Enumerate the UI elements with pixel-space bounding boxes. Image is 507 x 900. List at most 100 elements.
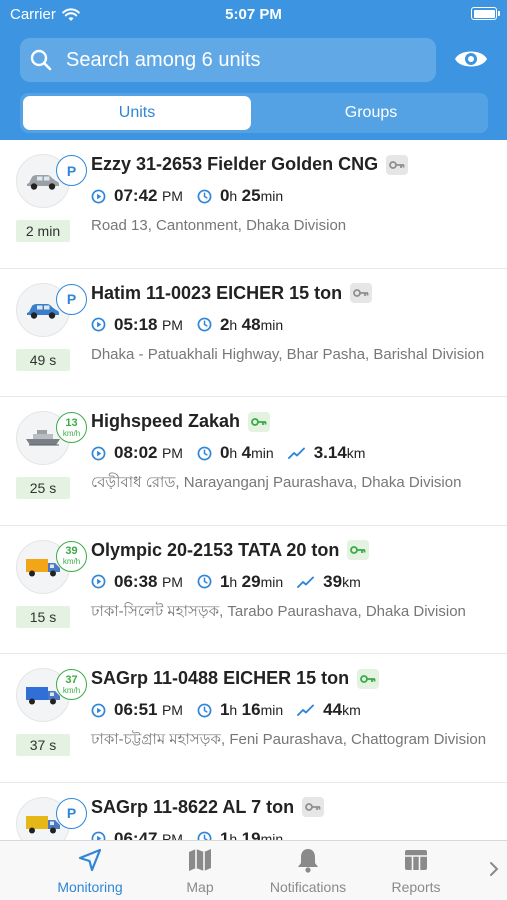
search-input[interactable]: Search among 6 units — [20, 38, 436, 82]
unit-name: Hatim 11-0023 EICHER 15 ton — [91, 282, 343, 303]
speed-badge: 13 km/h — [56, 412, 87, 443]
header: Carrier 5:07 PM Search among 6 units Uni… — [0, 0, 507, 140]
duration-minutes-unit: min — [260, 830, 284, 841]
ignition-key-tag — [248, 411, 271, 432]
map-icon — [189, 849, 211, 871]
unit-row[interactable]: 39 km/h 15 s Olympic 20-2153 TATA 20 ton 06:… — [0, 526, 507, 654]
unit-row[interactable]: P 49 s Hatim 11-0023 EICHER 15 ton 05:18 PM… — [0, 269, 507, 397]
visibility-button[interactable] — [453, 44, 489, 74]
speed-value: 37 — [65, 673, 78, 686]
state-duration: 1h 16 min — [197, 700, 283, 720]
clock-icon — [197, 703, 212, 717]
duration-minutes: 4 — [241, 443, 252, 462]
last-event-time: 06:38 PM — [91, 572, 183, 592]
key-icon — [251, 417, 267, 426]
play-circle-icon — [91, 703, 106, 717]
speed-badge: 37 km/h — [56, 669, 87, 700]
unit-row[interactable]: P SAGrp 11-8622 AL 7 ton 06:47 PM 1 h 19 min — [0, 783, 507, 841]
unit-info-row: 06:47 PM 1 h 19 min — [91, 828, 297, 841]
duration-hours: 2 — [219, 314, 230, 334]
duration-minutes: 25 — [241, 186, 261, 205]
parked-label: P — [66, 291, 77, 307]
speed-value: 39 — [65, 545, 78, 557]
tab-monitoring[interactable]: Monitoring — [40, 841, 140, 900]
more-tabs-button[interactable] — [489, 861, 499, 882]
unit-info-row: 08:02 PM 0 h 4 min 3.14 km — [91, 442, 379, 464]
duration-minutes: 29 — [241, 571, 261, 591]
duration-minutes: 19 — [241, 828, 261, 841]
search-placeholder: Search among 6 units — [66, 48, 261, 71]
unit-name: SAGrp 11-0488 EICHER 15 ton — [91, 668, 350, 688]
trip-distance: 44 km — [297, 700, 361, 720]
unit-info-row: 06:38 PM 1 h 29 min 39 km — [91, 571, 375, 593]
time-value: 05:18 — [114, 314, 158, 334]
last-update-age: 2 min — [16, 220, 70, 242]
unit-name: SAGrp 11-8622 AL 7 ton — [91, 796, 295, 817]
play-circle-icon — [91, 831, 106, 840]
play-circle-icon — [91, 317, 106, 332]
time-value: 06:38 — [114, 571, 158, 591]
unit-address: বেড়ীবাধ রোড, Narayanganj Paurashava, Dh… — [91, 474, 462, 491]
time-period: PM — [161, 445, 183, 461]
units-groups-segmented-control: Units Groups — [20, 93, 488, 133]
duration-minutes-unit: min — [260, 316, 284, 333]
unit-title-row: Hatim 11-0023 EICHER 15 ton — [91, 282, 373, 304]
play-circle-icon — [91, 574, 106, 589]
state-duration: 1h 19 min — [197, 828, 284, 841]
last-event-time: 05:18 PM — [91, 315, 183, 335]
last-event-time: 08:02 PM — [91, 443, 183, 463]
last-event-time: 07:42 PM — [91, 186, 183, 206]
tab-label: Reports — [391, 879, 441, 895]
parked-badge: P — [56, 283, 87, 315]
key-icon — [305, 803, 321, 811]
trip-distance-icon — [297, 576, 315, 588]
speed-badge: 39 km/h — [56, 540, 87, 572]
parked-badge: P — [56, 155, 87, 186]
unit-name: Ezzy 31-2653 Fielder Golden CNG — [91, 154, 379, 174]
tab-reports[interactable]: Reports — [376, 841, 456, 900]
clock-icon — [197, 574, 212, 589]
unit-info-row: 06:51 PM 1 h 16 min 44 km — [91, 699, 375, 721]
trip-distance: 39 km — [297, 572, 361, 592]
duration-minutes-unit: min — [260, 702, 284, 718]
time-period: PM — [161, 573, 183, 590]
time-period: PM — [161, 830, 183, 841]
last-update-age: 37 s — [16, 734, 70, 756]
time-value: 07:42 — [114, 186, 158, 205]
unit-address: ঢাকা-সিলেট মহাসড়ক, Tarabo Paurashava, D… — [91, 602, 466, 620]
trip-distance-icon — [297, 704, 315, 716]
last-event-time: 06:47 PM — [91, 829, 183, 841]
unit-row[interactable]: 13 km/h 25 s Highspeed Zakah 08:02 PM 0 h 4 min… — [0, 397, 507, 526]
tab-notifications[interactable]: Notifications — [258, 841, 358, 900]
unit-row[interactable]: P 2 min Ezzy 31-2653 Fielder Golden CNG 07:… — [0, 140, 507, 269]
duration-hours: 0 — [219, 443, 230, 462]
unit-title-row: Highspeed Zakah — [91, 411, 271, 432]
time-value: 08:02 — [114, 443, 158, 462]
segment-groups[interactable]: Groups — [257, 96, 485, 130]
distance-unit: km — [342, 573, 361, 590]
unit-row[interactable]: 37 km/h 37 s SAGrp 11-0488 EICHER 15 ton 06:… — [0, 654, 507, 783]
key-icon — [350, 546, 366, 554]
play-circle-icon — [91, 189, 106, 203]
duration-hours-unit: h — [229, 702, 238, 718]
state-duration: 0h 4 min — [197, 443, 274, 463]
play-circle-icon — [91, 446, 106, 460]
eye-icon — [455, 51, 487, 67]
unit-info-row: 07:42 PM 0 h 25 min — [91, 185, 297, 207]
duration-hours-unit: h — [229, 316, 238, 333]
duration-hours-unit: h — [229, 573, 238, 590]
unit-name: Highspeed Zakah — [91, 411, 241, 431]
ignition-key-tag — [347, 540, 370, 560]
duration-hours: 0 — [219, 186, 230, 205]
segment-units[interactable]: Units — [23, 96, 251, 130]
state-duration: 2h 48 min — [197, 315, 283, 335]
unit-title-row: Ezzy 31-2653 Fielder Golden CNG — [91, 154, 409, 175]
clock-icon — [197, 189, 212, 203]
car-icon — [27, 175, 59, 190]
time-value: 06:51 — [114, 700, 158, 719]
state-duration: 1h 29 min — [197, 572, 283, 592]
tab-map[interactable]: Map — [160, 841, 240, 900]
parked-badge: P — [56, 797, 87, 829]
state-duration: 0h 25 min — [197, 186, 283, 206]
tab-label: Monitoring — [57, 879, 123, 895]
